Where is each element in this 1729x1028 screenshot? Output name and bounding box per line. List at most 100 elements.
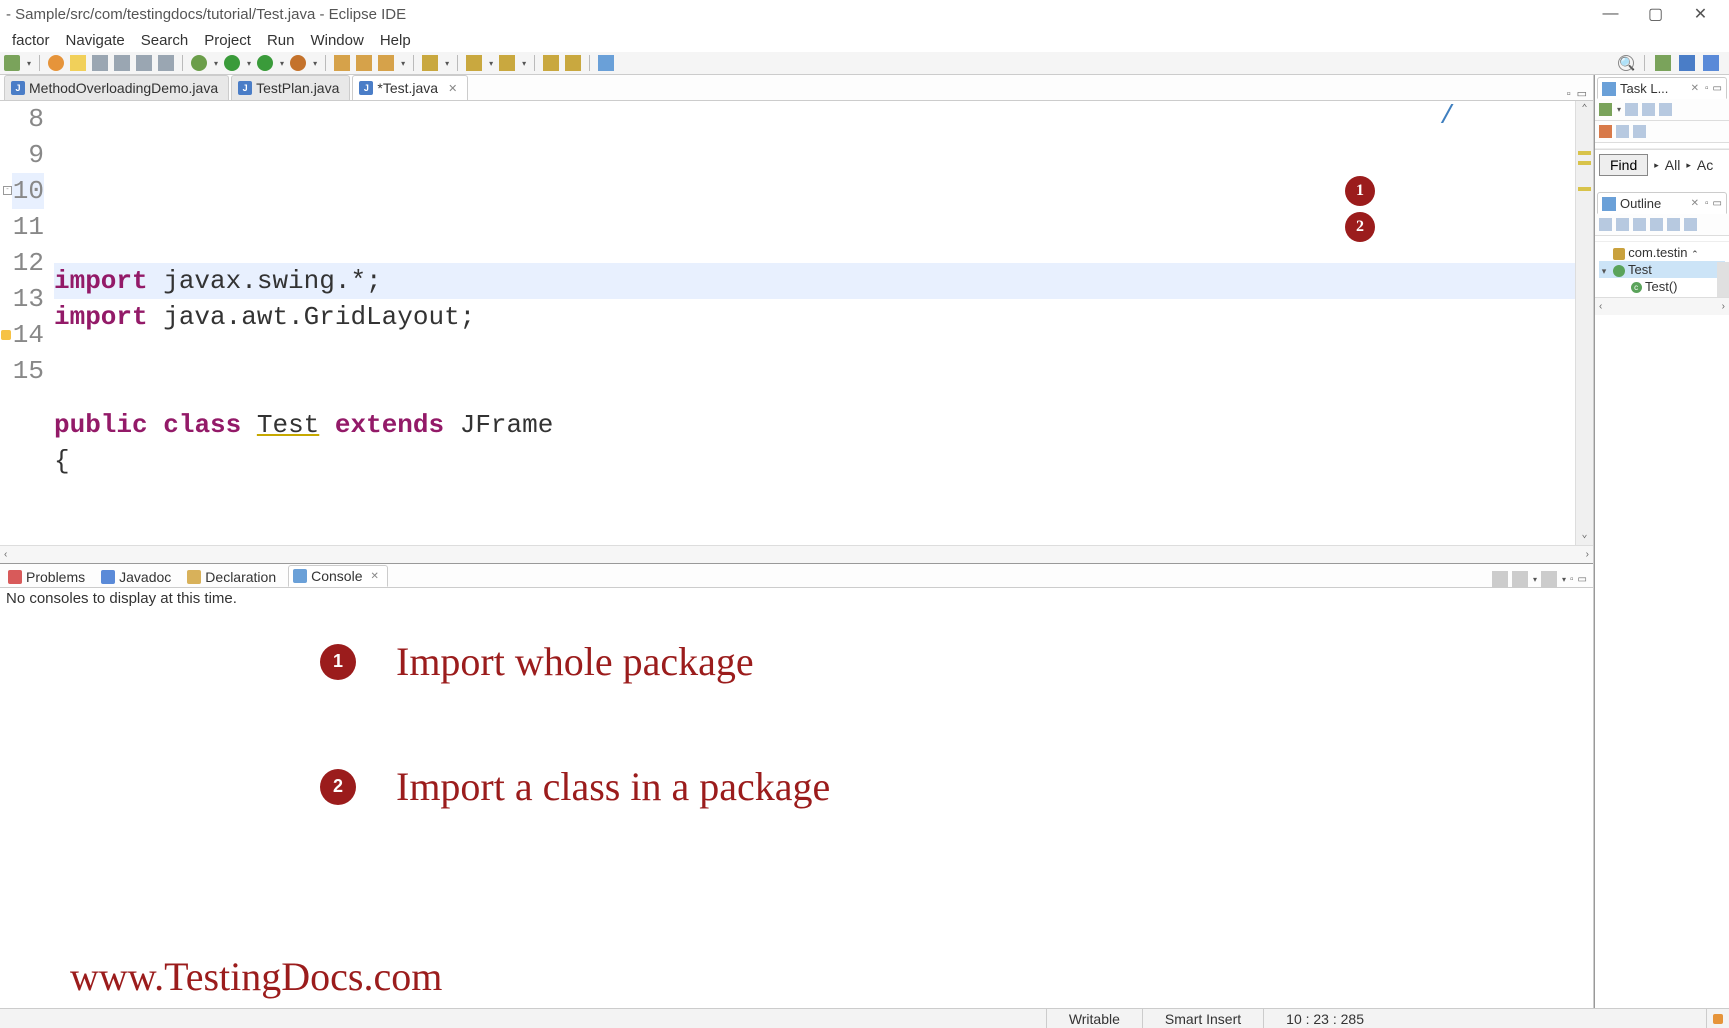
debug-perspective-icon[interactable] — [1703, 55, 1719, 71]
outline-horizontal-scrollbar[interactable]: ‹ › — [1595, 297, 1729, 315]
highlight-icon[interactable] — [70, 55, 86, 71]
external-tools-icon[interactable] — [290, 55, 306, 71]
close-tab-icon[interactable]: ✕ — [371, 571, 379, 582]
scroll-right-arrow-icon[interactable]: › — [1722, 301, 1725, 312]
tab-test[interactable]: J *Test.java ✕ — [352, 75, 468, 100]
new-dropdown-icon[interactable]: ▾ — [27, 59, 31, 68]
maximize-view-icon[interactable]: ▭ — [1713, 198, 1722, 209]
minimize-button[interactable]: — — [1588, 0, 1633, 28]
outline-title[interactable]: Outline ✕ ▫ ▭ — [1597, 192, 1727, 214]
hide-nonpublic-icon[interactable] — [1650, 218, 1663, 231]
code-line[interactable]: import java.awt.GridLayout; — [54, 299, 1575, 335]
maximize-view-icon[interactable]: ▭ — [1713, 83, 1722, 94]
tab-declaration[interactable]: Declaration — [183, 567, 284, 587]
tab-javadoc[interactable]: Javadoc — [97, 567, 179, 587]
hide-local-icon[interactable] — [1667, 218, 1680, 231]
filter-activate-link[interactable]: Ac — [1697, 157, 1713, 173]
find-button[interactable]: Find — [1599, 154, 1648, 176]
sort-icon[interactable] — [1599, 218, 1612, 231]
scroll-left-arrow-icon[interactable]: ‹ — [1599, 301, 1602, 312]
link-editor-icon[interactable] — [1684, 218, 1697, 231]
menu-refactor[interactable]: factor — [4, 30, 58, 51]
outline-item-package[interactable]: com.testin ⌃ — [1599, 244, 1725, 261]
code-line[interactable] — [54, 371, 1575, 407]
toolbar-icon[interactable] — [114, 55, 130, 71]
scroll-right-arrow-icon[interactable]: › — [1586, 549, 1589, 560]
toolbar-icon[interactable] — [158, 55, 174, 71]
close-view-icon[interactable]: ✕ — [1691, 198, 1699, 209]
minimize-view-icon[interactable]: ▫ — [1567, 88, 1571, 100]
dropdown-icon[interactable]: ▾ — [522, 59, 526, 68]
schedule-icon[interactable] — [1642, 103, 1655, 116]
tab-console[interactable]: Console ✕ — [288, 565, 388, 587]
toolbar-icon[interactable] — [378, 55, 394, 71]
search-icon[interactable] — [422, 55, 438, 71]
java-perspective-icon[interactable] — [1679, 55, 1695, 71]
filter-all-link[interactable]: All — [1665, 157, 1681, 173]
prev-icon[interactable] — [543, 55, 559, 71]
menu-window[interactable]: Window — [302, 30, 371, 51]
fold-marker-icon[interactable]: - — [3, 186, 12, 195]
nav-fwd-icon[interactable] — [499, 55, 515, 71]
scroll-up-arrow-icon[interactable]: ⌃ — [1691, 249, 1699, 259]
dropdown-icon[interactable]: ▾ — [1533, 575, 1537, 584]
new-icon[interactable] — [4, 55, 20, 71]
minimize-view-icon[interactable]: ▫ — [1705, 83, 1709, 94]
minimize-view-icon[interactable]: ▫ — [1570, 574, 1574, 585]
dropdown-icon[interactable]: ▾ — [445, 59, 449, 68]
maximize-view-icon[interactable]: ▭ — [1577, 87, 1587, 100]
outline-item-constructor[interactable]: c Test() — [1599, 278, 1725, 295]
code-area[interactable]: / import javax.swing.*;import java.awt.G… — [50, 101, 1575, 545]
overview-marker[interactable] — [1578, 187, 1591, 191]
categorize-icon[interactable] — [1625, 103, 1638, 116]
tab-problems[interactable]: Problems — [4, 567, 93, 587]
menu-run[interactable]: Run — [259, 30, 303, 51]
close-button[interactable]: ✕ — [1678, 0, 1723, 28]
overview-marker[interactable] — [1578, 161, 1591, 165]
focus-icon[interactable] — [1659, 103, 1672, 116]
hide-static-icon[interactable] — [1633, 218, 1646, 231]
chevron-right-icon[interactable]: ▸ — [1654, 160, 1659, 171]
menu-project[interactable]: Project — [196, 30, 259, 51]
tab-methodoverloading[interactable]: J MethodOverloadingDemo.java — [4, 75, 229, 100]
dropdown-icon[interactable]: ▾ — [401, 59, 405, 68]
nav-back-icon[interactable] — [466, 55, 482, 71]
chevron-right-icon[interactable]: ▸ — [1686, 160, 1691, 171]
debug-icon[interactable] — [191, 55, 207, 71]
outline-scrollbar-thumb[interactable] — [1717, 262, 1729, 297]
task-icon[interactable] — [1616, 125, 1629, 138]
debug-dropdown-icon[interactable]: ▾ — [214, 59, 218, 68]
status-notification-icon[interactable] — [1713, 1014, 1723, 1024]
menu-navigate[interactable]: Navigate — [58, 30, 133, 51]
horizontal-scrollbar[interactable]: ‹ › — [0, 545, 1593, 563]
outline-item-class[interactable]: ▾ Test — [1599, 261, 1725, 278]
search-global-icon[interactable]: 🔍 — [1618, 55, 1634, 71]
open-perspective-icon[interactable] — [1655, 55, 1671, 71]
toolbar-icon[interactable] — [92, 55, 108, 71]
scroll-up-arrow-icon[interactable]: ⌃ — [1576, 101, 1593, 119]
new-class-icon[interactable] — [356, 55, 372, 71]
display-console-icon[interactable] — [1512, 571, 1528, 587]
close-tab-icon[interactable]: ✕ — [448, 82, 457, 95]
overview-marker[interactable] — [1578, 151, 1591, 155]
task-list-title[interactable]: Task L... ✕ ▫ ▭ — [1597, 77, 1727, 99]
dropdown-icon[interactable]: ▾ — [1617, 105, 1621, 114]
run-dropdown-icon[interactable]: ▾ — [247, 59, 251, 68]
new-package-icon[interactable] — [334, 55, 350, 71]
outline-tree[interactable]: com.testin ⌃ ▾ Test c Test() — [1595, 242, 1729, 297]
breakpoint-icon[interactable] — [48, 55, 64, 71]
toolbar-icon[interactable] — [136, 55, 152, 71]
editor-body[interactable]: - 89101112131415 / import javax.swing.*;… — [0, 101, 1593, 545]
scroll-left-arrow-icon[interactable]: ‹ — [4, 549, 7, 560]
code-line[interactable]: { — [54, 443, 1575, 479]
minimize-view-icon[interactable]: ▫ — [1705, 198, 1709, 209]
code-line[interactable]: import javax.swing.*; — [54, 263, 1575, 299]
coverage-dropdown-icon[interactable]: ▾ — [280, 59, 284, 68]
close-view-icon[interactable]: ✕ — [1691, 83, 1699, 94]
scroll-down-arrow-icon[interactable]: ⌄ — [1576, 527, 1593, 545]
maximize-view-icon[interactable]: ▭ — [1578, 574, 1587, 585]
vertical-scrollbar[interactable]: ⌃ ⌄ — [1575, 101, 1593, 545]
dropdown-icon[interactable]: ▾ — [1562, 575, 1566, 584]
menu-search[interactable]: Search — [133, 30, 197, 51]
pin-icon[interactable] — [598, 55, 614, 71]
